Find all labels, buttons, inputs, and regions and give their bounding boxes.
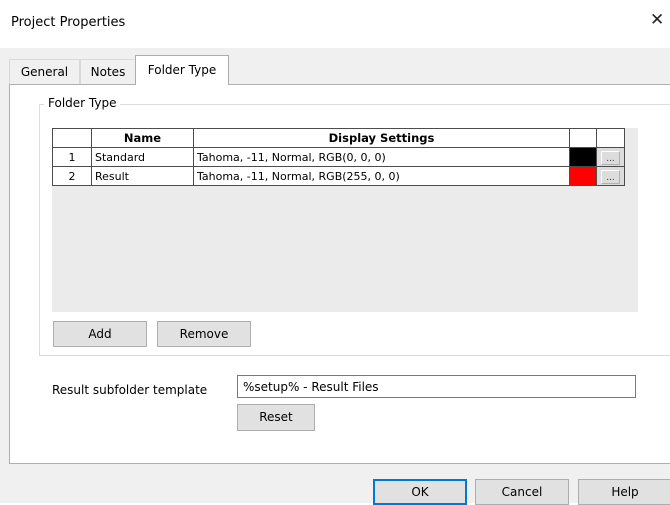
ok-button-label: OK: [411, 485, 429, 499]
folder-type-table: Name Display Settings 1 Standard Tahoma,…: [52, 128, 625, 186]
reset-button-label: Reset: [259, 410, 293, 424]
browse-font-label: ...: [601, 150, 620, 165]
column-header-browse: [596, 128, 625, 148]
display-settings-cell[interactable]: Tahoma, -11, Normal, RGB(0, 0, 0): [193, 147, 570, 167]
close-icon[interactable]: ✕: [650, 12, 664, 29]
result-subfolder-label: Result subfolder template: [52, 383, 208, 397]
table-row[interactable]: 1 Standard Tahoma, -11, Normal, RGB(0, 0…: [52, 147, 625, 167]
window-title: Project Properties: [11, 15, 126, 30]
help-button-label: Help: [611, 485, 639, 499]
add-button-label: Add: [88, 327, 112, 341]
tab-notes[interactable]: Notes: [80, 59, 136, 84]
cancel-button-label: Cancel: [501, 485, 543, 499]
folder-name-cell[interactable]: Result: [91, 166, 194, 186]
column-header-name[interactable]: Name: [91, 128, 194, 148]
ok-button[interactable]: OK: [373, 479, 467, 505]
reset-button[interactable]: Reset: [237, 404, 315, 431]
folder-name-cell[interactable]: Standard: [91, 147, 194, 167]
result-subfolder-template-input[interactable]: [237, 375, 636, 398]
color-swatch[interactable]: [569, 166, 597, 186]
row-number[interactable]: 2: [52, 166, 92, 186]
cancel-button[interactable]: Cancel: [475, 479, 569, 505]
table-header-row: Name Display Settings: [52, 128, 625, 148]
row-number[interactable]: 1: [52, 147, 92, 167]
browse-font-label: ...: [601, 169, 620, 184]
project-properties-dialog: Project Properties ✕ General Notes Folde…: [0, 0, 670, 505]
color-swatch[interactable]: [569, 147, 597, 167]
title-bar: Project Properties ✕: [0, 0, 670, 48]
add-button[interactable]: Add: [53, 321, 147, 347]
table-row[interactable]: 2 Result Tahoma, -11, Normal, RGB(255, 0…: [52, 166, 625, 186]
column-header-display-settings[interactable]: Display Settings: [193, 128, 570, 148]
folder-type-group-label: Folder Type: [44, 96, 121, 110]
column-header-color: [569, 128, 597, 148]
tab-general[interactable]: General: [9, 59, 80, 84]
display-settings-cell[interactable]: Tahoma, -11, Normal, RGB(255, 0, 0): [193, 166, 570, 186]
remove-button[interactable]: Remove: [157, 321, 251, 347]
tab-general-label: General: [20, 65, 69, 79]
browse-font-button[interactable]: ...: [596, 147, 625, 167]
browse-font-button[interactable]: ...: [596, 166, 625, 186]
row-number-header: [52, 128, 92, 148]
remove-button-label: Remove: [179, 327, 229, 341]
tab-notes-label: Notes: [90, 65, 126, 79]
tab-folder-type-label: Folder Type: [147, 63, 217, 77]
help-button[interactable]: Help: [578, 479, 670, 505]
tab-folder-type[interactable]: Folder Type: [135, 55, 229, 85]
